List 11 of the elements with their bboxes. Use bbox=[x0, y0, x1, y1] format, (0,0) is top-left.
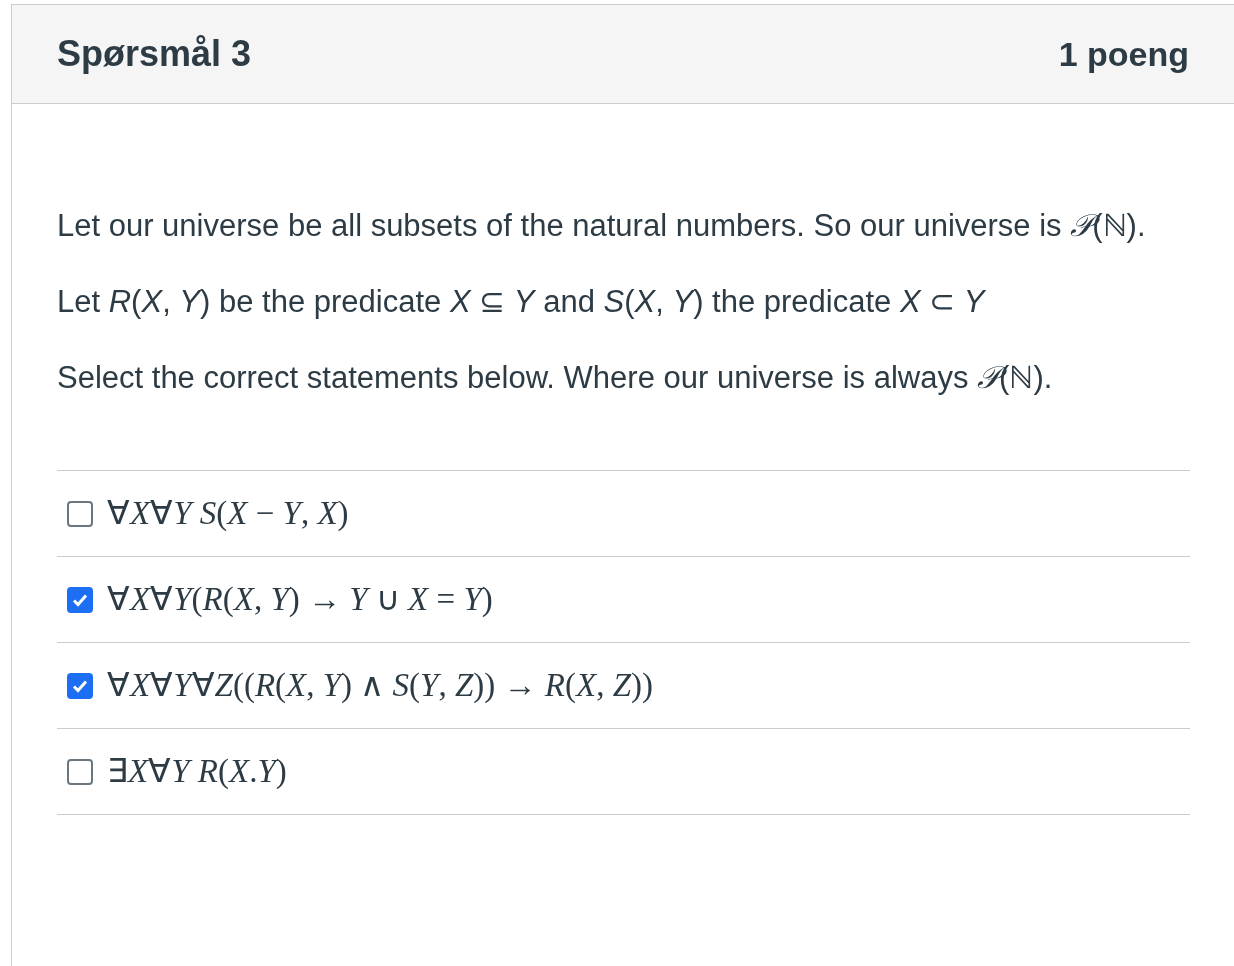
checkbox[interactable] bbox=[67, 672, 93, 699]
answer-option: ∀X∀Y(R(X, Y) → Y ∪ X = Y) bbox=[107, 574, 493, 625]
answer-option: ∀X∀Y S(X − Y, X) bbox=[107, 488, 349, 539]
checkbox[interactable] bbox=[67, 586, 93, 613]
question-text: Let R(X, Y) be the predicate X ⊆ Y and S(X, Y) the predicate X ⊂ Y bbox=[57, 283, 987, 321]
points-label: 1 poeng bbox=[1058, 33, 1189, 75]
question-title: Spørsmål 3 bbox=[57, 32, 252, 76]
checkbox[interactable] bbox=[67, 758, 93, 785]
answer-option: ∃X∀Y R(X.Y) bbox=[107, 746, 287, 797]
answer-option: ∀X∀Y∀Z((R(X, Y) ∧ S(Y, Z)) → R(X, Z)) bbox=[107, 660, 653, 711]
checkbox[interactable] bbox=[67, 500, 93, 527]
